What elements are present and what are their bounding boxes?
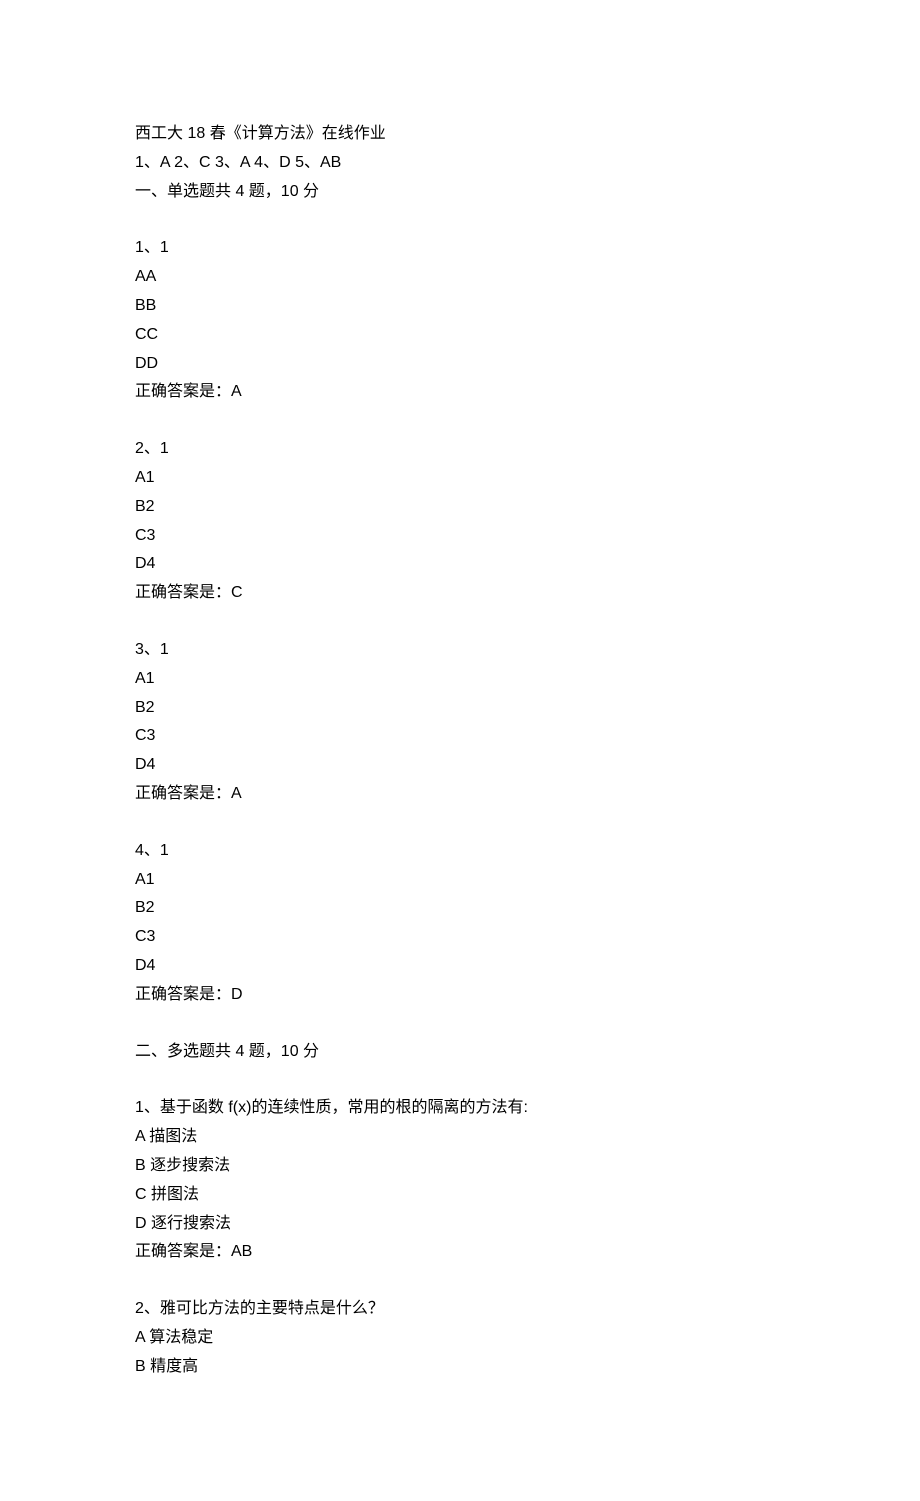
question-block: 1、1 AA BB CC DD 正确答案是：A <box>135 234 785 407</box>
question-block: 1、基于函数 f(x)的连续性质，常用的根的隔离的方法有: A 描图法 B 逐步… <box>135 1094 785 1267</box>
section-title-single: 一、单选题共 4 题，10 分 <box>135 178 785 207</box>
option: A1 <box>135 665 785 694</box>
option: AA <box>135 263 785 292</box>
correct-answer: 正确答案是：D <box>135 981 785 1010</box>
option: B2 <box>135 894 785 923</box>
question-block: 3、1 A1 B2 C3 D4 正确答案是：A <box>135 636 785 809</box>
option: CC <box>135 321 785 350</box>
option: B 精度高 <box>135 1353 785 1382</box>
section-title-multi: 二、多选题共 4 题，10 分 <box>135 1038 785 1067</box>
correct-answer: 正确答案是：A <box>135 780 785 809</box>
assignment-title: 西工大 18 春《计算方法》在线作业 <box>135 120 785 149</box>
question-number: 4、1 <box>135 837 785 866</box>
option: C3 <box>135 522 785 551</box>
option: A1 <box>135 866 785 895</box>
correct-answer: 正确答案是：A <box>135 378 785 407</box>
option: D4 <box>135 751 785 780</box>
option: D4 <box>135 952 785 981</box>
correct-answer: 正确答案是：AB <box>135 1238 785 1267</box>
option: B2 <box>135 493 785 522</box>
option: B 逐步搜索法 <box>135 1152 785 1181</box>
question-number: 3、1 <box>135 636 785 665</box>
correct-answer: 正确答案是：C <box>135 579 785 608</box>
question-number: 1、1 <box>135 234 785 263</box>
option: D 逐行搜索法 <box>135 1210 785 1239</box>
question-block: 2、雅可比方法的主要特点是什么？ A 算法稳定 B 精度高 <box>135 1295 785 1381</box>
option: C 拼图法 <box>135 1181 785 1210</box>
question-number: 1、基于函数 f(x)的连续性质，常用的根的隔离的方法有: <box>135 1094 785 1123</box>
option: DD <box>135 350 785 379</box>
option: A 描图法 <box>135 1123 785 1152</box>
option: D4 <box>135 550 785 579</box>
answer-key-line: 1、A 2、C 3、A 4、D 5、AB <box>135 149 785 178</box>
question-block: 2、1 A1 B2 C3 D4 正确答案是：C <box>135 435 785 608</box>
question-number: 2、1 <box>135 435 785 464</box>
question-number: 2、雅可比方法的主要特点是什么？ <box>135 1295 785 1324</box>
option: C3 <box>135 722 785 751</box>
option: A1 <box>135 464 785 493</box>
question-block: 4、1 A1 B2 C3 D4 正确答案是：D <box>135 837 785 1010</box>
option: B2 <box>135 694 785 723</box>
option: A 算法稳定 <box>135 1324 785 1353</box>
option: BB <box>135 292 785 321</box>
option: C3 <box>135 923 785 952</box>
